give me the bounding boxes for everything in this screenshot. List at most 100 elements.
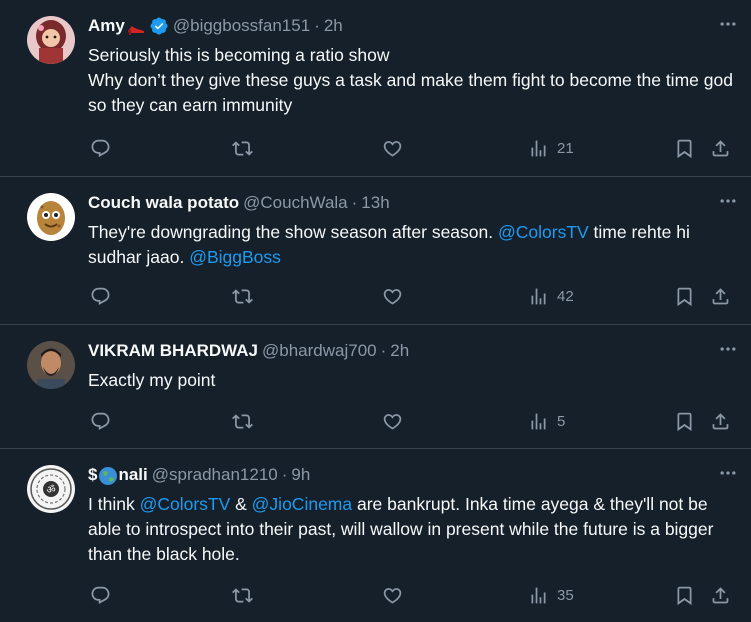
views-button[interactable]: 21 bbox=[528, 137, 574, 159]
bookmark-button[interactable] bbox=[674, 137, 695, 159]
bookmark-button[interactable] bbox=[674, 584, 695, 606]
globe-icon bbox=[98, 466, 118, 485]
author-name[interactable]: Couch wala potato bbox=[88, 193, 239, 213]
views-chart-icon bbox=[528, 286, 549, 307]
author-handle[interactable]: @CouchWala bbox=[243, 193, 348, 213]
like-button[interactable] bbox=[382, 137, 403, 159]
reply-button[interactable] bbox=[90, 285, 111, 307]
author-name[interactable]: VIKRAM BHARDWAJ bbox=[88, 341, 258, 361]
retweet-button[interactable] bbox=[232, 410, 253, 432]
author-name-prefix[interactable]: $ bbox=[88, 465, 97, 485]
tweet-text: They're downgrading the show season afte… bbox=[88, 220, 733, 270]
retweet-button[interactable] bbox=[232, 137, 253, 159]
more-options-icon[interactable] bbox=[711, 191, 745, 211]
reply-button[interactable] bbox=[90, 410, 111, 432]
share-button[interactable] bbox=[710, 285, 731, 307]
share-icon bbox=[710, 286, 731, 307]
tweet[interactable]: VIKRAM BHARDWAJ @bhardwaj700 · 2h Exactl… bbox=[0, 325, 751, 449]
separator-dot: · bbox=[351, 193, 358, 212]
bookmark-icon bbox=[674, 286, 695, 307]
more-options-icon[interactable] bbox=[711, 339, 745, 359]
avatar-image bbox=[27, 341, 75, 389]
author-handle[interactable]: @spradhan1210 bbox=[152, 465, 278, 485]
separator-dot: · bbox=[380, 341, 387, 360]
high-heel-icon bbox=[126, 17, 146, 35]
timestamp[interactable]: 9h bbox=[291, 465, 310, 485]
views-button[interactable]: 35 bbox=[528, 584, 574, 606]
more-options-icon[interactable] bbox=[711, 463, 745, 483]
author-name[interactable]: nali bbox=[118, 465, 147, 485]
heart-icon bbox=[382, 411, 403, 432]
mention-link[interactable]: @ColorsTV bbox=[498, 222, 589, 242]
verified-badge-icon[interactable] bbox=[149, 16, 169, 36]
tweet-text: I think @ColorsTV & @JioCinema are bankr… bbox=[88, 492, 733, 567]
tweet[interactable]: ॐ $ nali @spradhan1210 · 9h I think @Col… bbox=[0, 449, 751, 622]
heart-icon bbox=[382, 286, 403, 307]
tweet[interactable]: Amy @biggbossfan151 · 2h Seriously this … bbox=[0, 0, 751, 177]
mention-link[interactable]: @BiggBoss bbox=[189, 247, 281, 267]
action-bar: 42 bbox=[88, 285, 735, 307]
tweet-text: Exactly my point bbox=[88, 370, 216, 390]
author-handle[interactable]: @biggbossfan151 bbox=[173, 16, 310, 36]
tweet-text: Seriously this is becoming a ratio show … bbox=[88, 43, 733, 118]
action-bar: 21 bbox=[88, 137, 735, 159]
avatar-image bbox=[27, 193, 75, 241]
views-button[interactable]: 5 bbox=[528, 410, 565, 432]
tweet[interactable]: Couch wala potato @CouchWala · 13h They'… bbox=[0, 177, 751, 325]
reply-icon bbox=[90, 138, 111, 159]
tweet-text-segment: & bbox=[230, 494, 252, 514]
retweet-icon bbox=[232, 411, 253, 432]
tweet-text-line: Seriously this is becoming a ratio show bbox=[88, 45, 390, 65]
svg-text:ॐ: ॐ bbox=[46, 484, 55, 496]
action-bar: 35 bbox=[88, 584, 735, 606]
heart-icon bbox=[382, 138, 403, 159]
timestamp[interactable]: 2h bbox=[324, 16, 343, 36]
retweet-button[interactable] bbox=[232, 285, 253, 307]
share-icon bbox=[710, 411, 731, 432]
avatar-image bbox=[27, 16, 75, 64]
reply-button[interactable] bbox=[90, 137, 111, 159]
like-button[interactable] bbox=[382, 410, 403, 432]
avatar[interactable] bbox=[27, 341, 75, 389]
tweet-text-segment: They're downgrading the show season afte… bbox=[88, 222, 498, 242]
author-name[interactable]: Amy bbox=[88, 16, 125, 36]
view-count: 42 bbox=[557, 287, 574, 305]
view-count: 21 bbox=[557, 139, 574, 157]
like-button[interactable] bbox=[382, 584, 403, 606]
bookmark-button[interactable] bbox=[674, 410, 695, 432]
avatar[interactable] bbox=[27, 16, 75, 64]
tweet-text-line: Why don’t they give these guys a task an… bbox=[88, 70, 733, 115]
separator-dot: · bbox=[281, 465, 288, 484]
reply-button[interactable] bbox=[90, 584, 111, 606]
mention-link[interactable]: @JioCinema bbox=[252, 494, 352, 514]
like-button[interactable] bbox=[382, 285, 403, 307]
mention-link[interactable]: @ColorsTV bbox=[140, 494, 231, 514]
avatar[interactable]: ॐ bbox=[27, 465, 75, 513]
reply-icon bbox=[90, 585, 111, 606]
avatar[interactable] bbox=[27, 193, 75, 241]
timestamp[interactable]: 2h bbox=[390, 341, 409, 361]
retweet-button[interactable] bbox=[232, 584, 253, 606]
tweet-text-segment: I think bbox=[88, 494, 140, 514]
bookmark-icon bbox=[674, 138, 695, 159]
share-button[interactable] bbox=[710, 410, 731, 432]
retweet-icon bbox=[232, 585, 253, 606]
share-button[interactable] bbox=[710, 137, 731, 159]
action-bar: 5 bbox=[88, 410, 735, 432]
reply-feed: Amy @biggbossfan151 · 2h Seriously this … bbox=[0, 0, 751, 622]
reply-icon bbox=[90, 411, 111, 432]
bookmark-button[interactable] bbox=[674, 285, 695, 307]
author-handle[interactable]: @bhardwaj700 bbox=[262, 341, 377, 361]
views-chart-icon bbox=[528, 585, 549, 606]
timestamp[interactable]: 13h bbox=[361, 193, 389, 213]
reply-icon bbox=[90, 286, 111, 307]
retweet-icon bbox=[232, 138, 253, 159]
share-icon bbox=[710, 138, 731, 159]
more-options-icon[interactable] bbox=[711, 14, 745, 34]
share-icon bbox=[710, 585, 731, 606]
views-button[interactable]: 42 bbox=[528, 285, 574, 307]
views-chart-icon bbox=[528, 138, 549, 159]
share-button[interactable] bbox=[710, 584, 731, 606]
avatar-image: ॐ bbox=[27, 465, 75, 513]
bookmark-icon bbox=[674, 585, 695, 606]
